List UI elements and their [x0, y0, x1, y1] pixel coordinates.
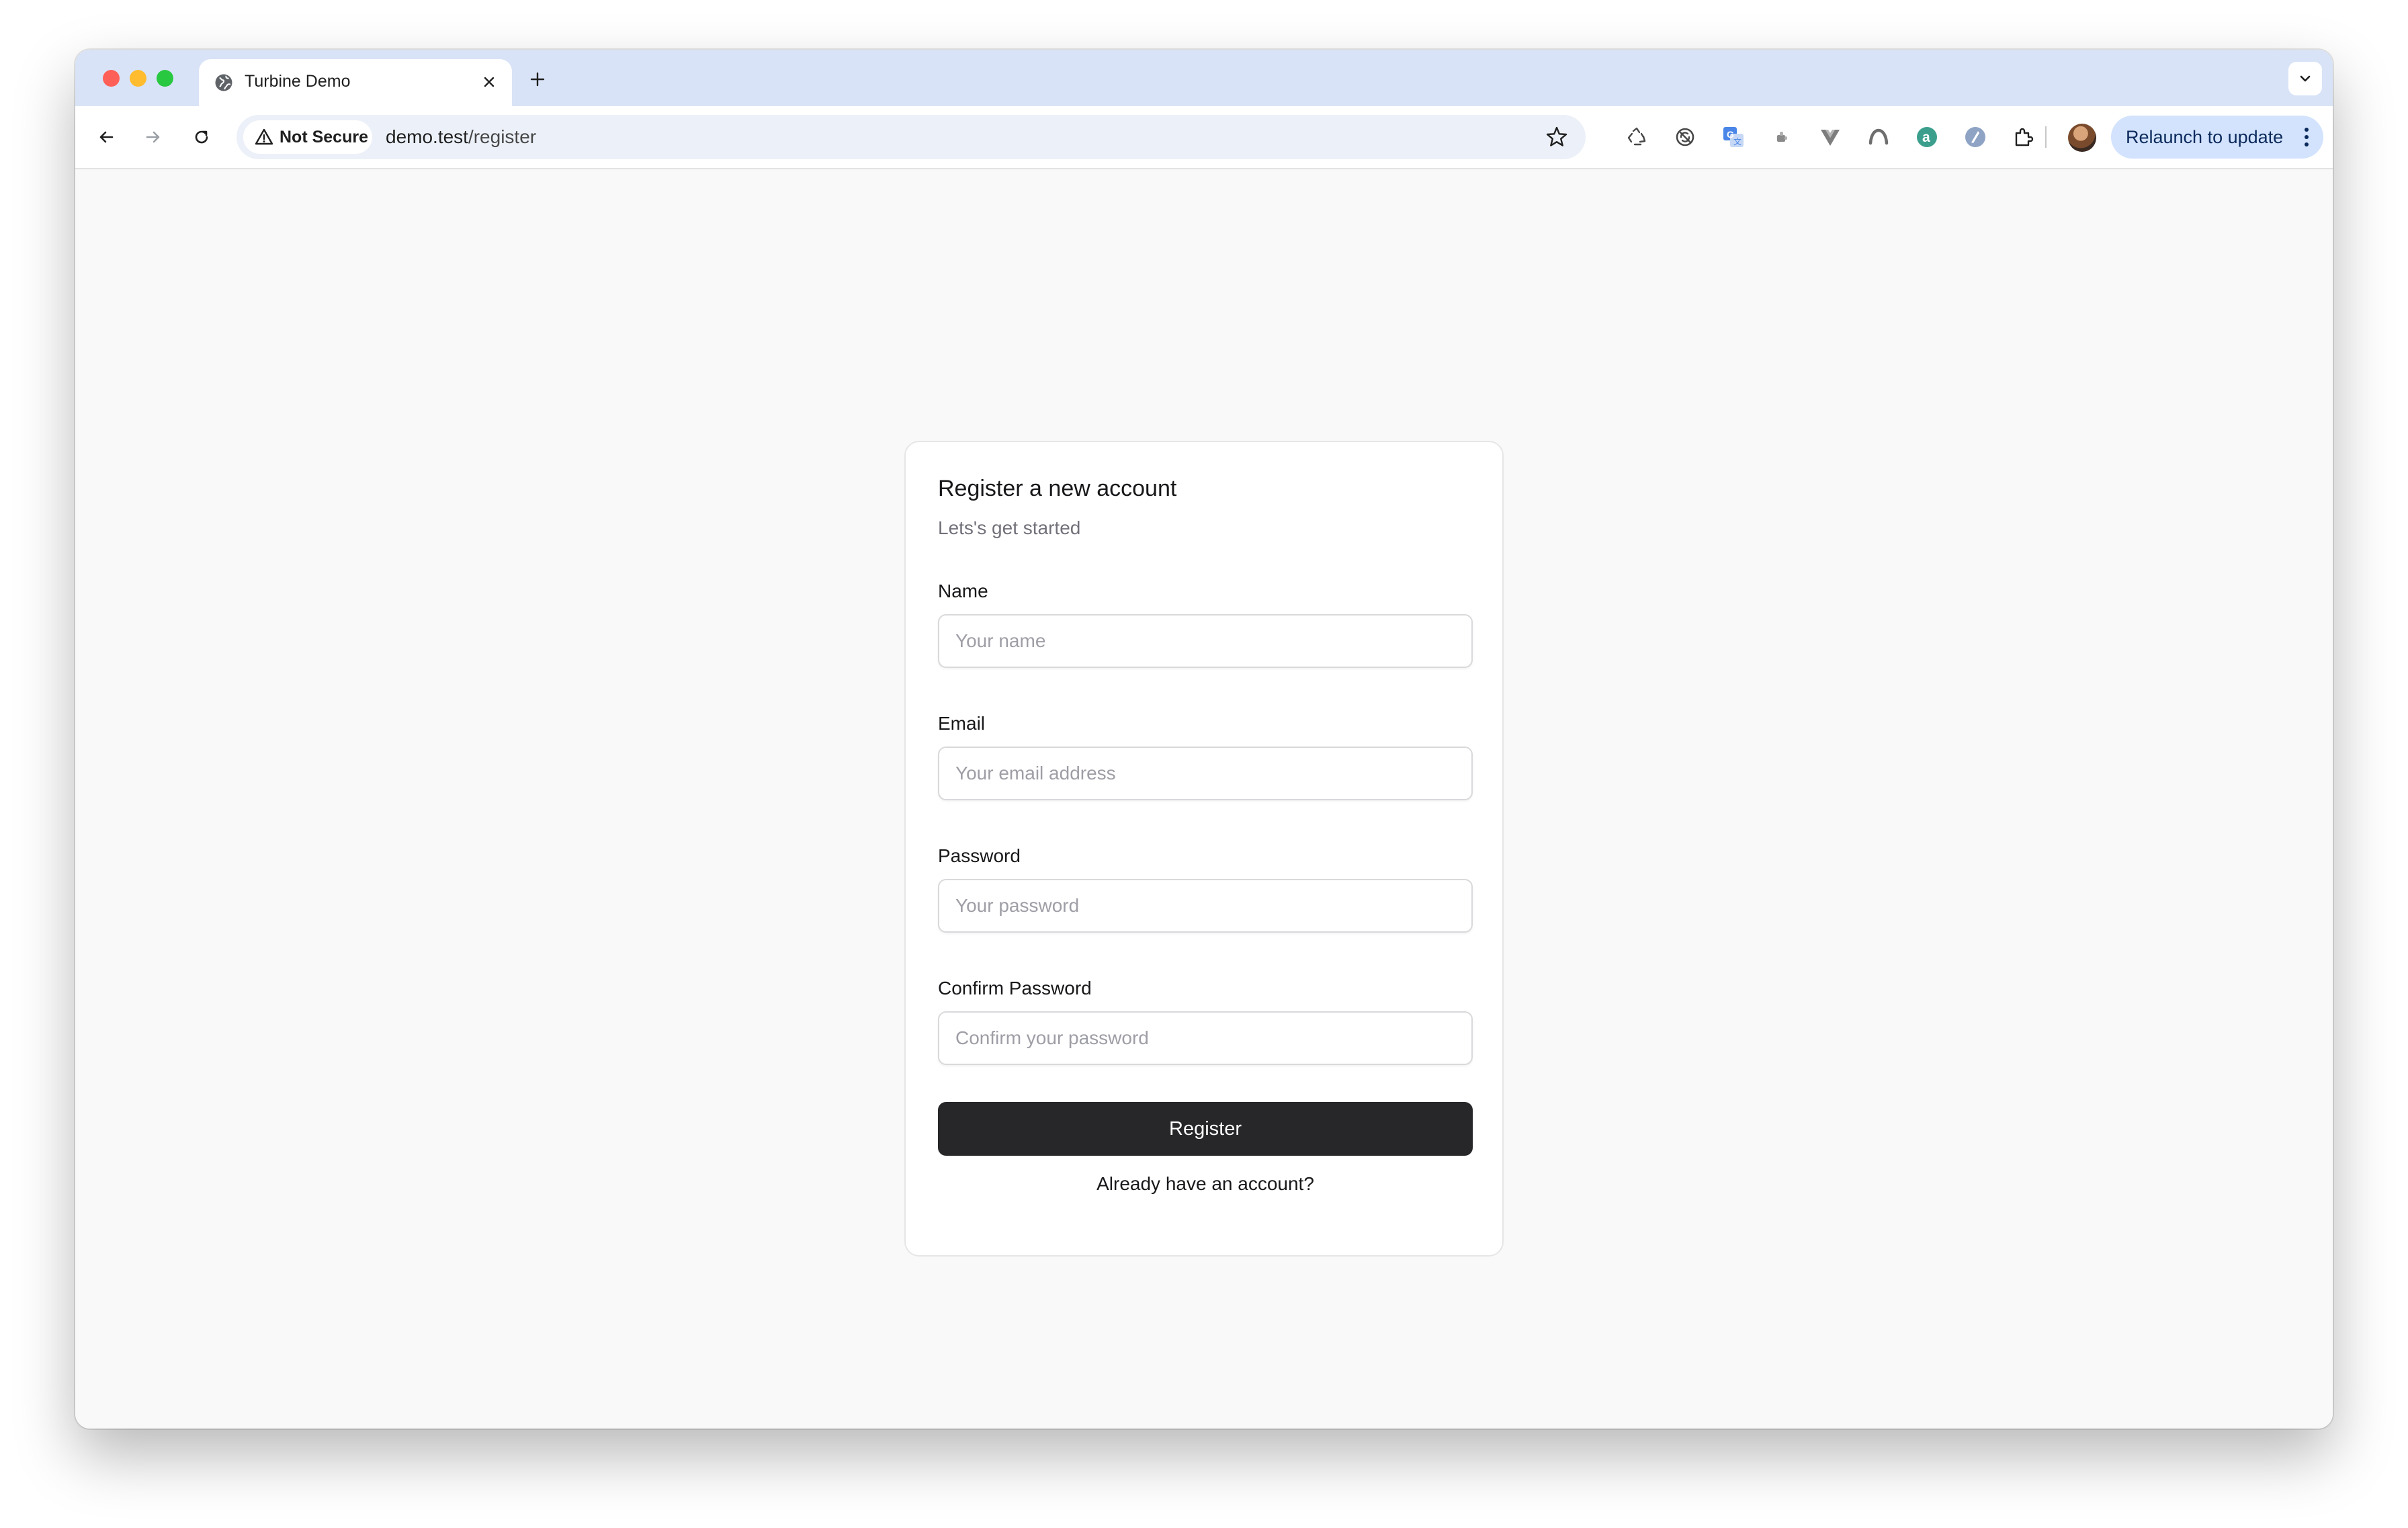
arc-icon[interactable] [1862, 121, 1895, 153]
confirm-password-field[interactable] [938, 1011, 1473, 1065]
email-label: Email [938, 713, 986, 734]
login-link[interactable]: Already have an account? [938, 1173, 1473, 1195]
name-field[interactable] [938, 614, 1473, 668]
tab-close-button[interactable] [477, 70, 501, 94]
register-card: Register a new account Lets's get starte… [904, 441, 1504, 1257]
translate-icon[interactable]: G 文 [1717, 121, 1750, 153]
translate-glyph: G 文 [1723, 127, 1744, 147]
tab-strip: Turbine Demo [75, 50, 2333, 106]
extensions-puzzle-icon[interactable] [2008, 121, 2040, 153]
name-label: Name [938, 581, 988, 601]
relaunch-button[interactable]: Relaunch to update [2111, 116, 2323, 159]
toolbar-separator [2045, 126, 2047, 148]
arrow-left-icon [99, 131, 114, 143]
confirm-password-label: Confirm Password [938, 978, 1092, 999]
plus-icon [530, 72, 545, 87]
vue-glyph [1821, 130, 1840, 146]
avatar[interactable] [2068, 124, 2096, 152]
page-title: Register a new account [938, 476, 1177, 501]
window-close-button[interactable] [103, 70, 120, 87]
puzzle-small-glyph [1777, 132, 1787, 142]
window-minimize-button[interactable] [130, 70, 146, 87]
window-maximize-button[interactable] [157, 70, 173, 87]
tab-turbine-demo[interactable]: Turbine Demo [199, 59, 512, 106]
relaunch-label: Relaunch to update [2126, 127, 2284, 147]
svg-text:a: a [1922, 130, 1930, 145]
globe-icon [215, 74, 232, 91]
a-circle-icon[interactable]: a [1911, 121, 1943, 153]
reload-icon [195, 130, 208, 144]
recycle-glyph [1627, 127, 1646, 146]
reload-button[interactable] [183, 118, 220, 156]
password-label: Password [938, 845, 1021, 866]
recycle-icon[interactable] [1621, 121, 1653, 153]
arrow-right-icon [146, 131, 160, 143]
bookmark-star-icon[interactable] [1544, 124, 1570, 150]
more-vertical-icon [2305, 128, 2309, 146]
chevron-down-icon [2300, 75, 2311, 82]
refresh-circle-glyph [1676, 128, 1694, 146]
new-tab-button[interactable] [523, 65, 552, 94]
tab-search-button[interactable] [2288, 62, 2322, 95]
security-chip[interactable]: Not Secure [243, 120, 372, 154]
arc-glyph [1868, 128, 1889, 145]
shield-circle-icon[interactable] [1959, 121, 1991, 153]
email-field[interactable] [938, 747, 1473, 800]
url-path: /register [468, 126, 537, 147]
browser-window: Turbine Demo Not Secure demo.test/regist… [75, 50, 2333, 1429]
vue-icon[interactable] [1814, 121, 1846, 153]
a-circle-glyph: a [1917, 127, 1937, 147]
password-field[interactable] [938, 879, 1473, 933]
browser-toolbar: Not Secure demo.test/register G 文 a Rela… [75, 106, 2333, 169]
extensions-puzzle-glyph [2015, 128, 2034, 146]
register-button[interactable]: Register [938, 1102, 1473, 1156]
security-label: Not Secure [280, 127, 368, 146]
page-subtitle: Lets's get started [938, 517, 1081, 538]
tab-title: Turbine Demo [245, 72, 351, 91]
url-domain: demo.test [386, 126, 468, 147]
address-bar[interactable]: Not Secure demo.test/register [236, 115, 1586, 159]
forward-button[interactable] [134, 118, 172, 156]
close-icon [484, 77, 494, 87]
url-text: demo.test/register [386, 126, 536, 148]
page-content: Register a new account Lets's get starte… [75, 169, 2333, 1429]
back-button[interactable] [87, 118, 125, 156]
warning-icon [255, 128, 273, 145]
shield-circle-glyph [1965, 127, 1985, 147]
puzzle-small-icon[interactable] [1766, 121, 1798, 153]
refresh-circle-icon[interactable] [1669, 121, 1701, 153]
svg-text:文: 文 [1733, 136, 1742, 146]
